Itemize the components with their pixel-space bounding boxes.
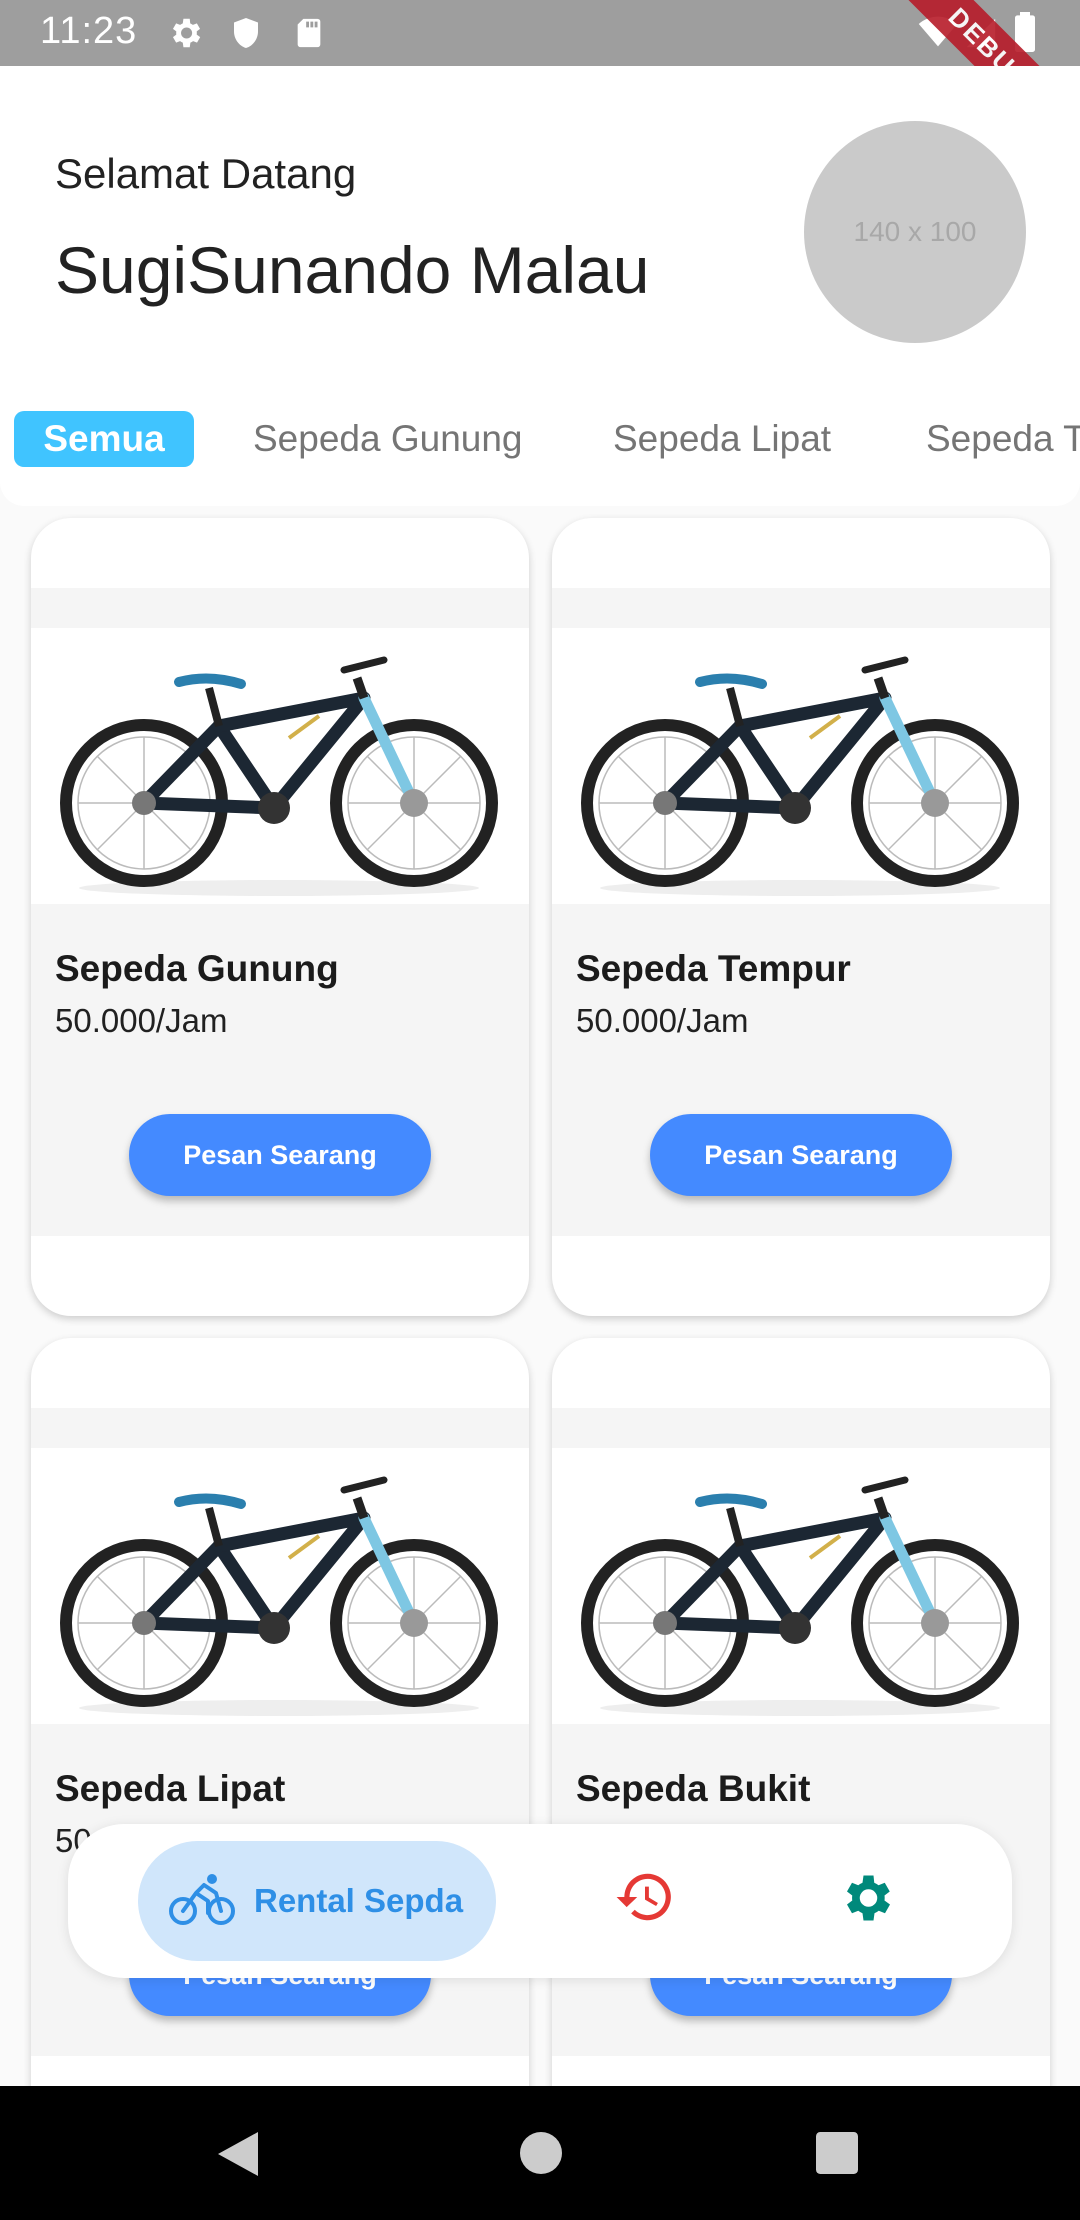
order-button[interactable]: Pesan Searang [129, 1114, 431, 1196]
home-icon[interactable] [520, 2132, 562, 2179]
product-name: Sepeda Lipat [55, 1768, 286, 1809]
greeting-text: Selamat Datang [55, 150, 357, 197]
tab-sepeda-gunung[interactable]: Sepeda Gunung [253, 411, 523, 467]
product-price: 50.000/Jam [576, 1002, 749, 1039]
product-price: 50.000/Jam [55, 1002, 228, 1039]
avatar-placeholder-text: 140 x 100 [853, 216, 977, 247]
product-card[interactable]: Sepeda Gunung 50.000/Jam Pesan Searang [31, 518, 529, 1316]
nav-rental-sepda[interactable]: Rental Sepda [138, 1841, 496, 1961]
bicycle-illustration [581, 1476, 1019, 1716]
product-card[interactable]: Sepeda Bukit Pesan Searang [552, 1338, 1050, 2136]
shield-icon [228, 14, 264, 57]
product-card[interactable]: Sepeda Lipat 50 Pesan Searang [31, 1338, 529, 2136]
bicycle-icon [138, 1871, 236, 1932]
status-bar: 11:23 DEBUG [0, 0, 1080, 172]
sd-card-icon [292, 14, 326, 57]
card-body: Sepeda Tempur 50.000/Jam Pesan Searang [552, 588, 1050, 1236]
nav-rental-label: Rental Sepda [254, 1882, 464, 1919]
bicycle-image [552, 628, 1050, 904]
bicycle-image [31, 628, 529, 904]
tab-sepeda-lipat[interactable]: Sepeda Lipat [613, 411, 831, 467]
settings-icon[interactable] [836, 1868, 896, 1933]
category-tabs: Semua Sepeda Gunung Sepeda Lipat Sepeda … [0, 411, 1080, 501]
header: Selamat Datang SugiSunando Malau 140 x 1… [0, 66, 1080, 506]
bicycle-illustration [60, 656, 498, 896]
bicycle-image [552, 1448, 1050, 1724]
product-name: Sepeda Tempur [576, 948, 851, 989]
system-navigation-bar [0, 2086, 1080, 2220]
tab-sepeda-t[interactable]: Sepeda T [926, 411, 1080, 467]
history-icon[interactable] [614, 1866, 676, 1933]
card-body: Sepeda Gunung 50.000/Jam Pesan Searang [31, 588, 529, 1236]
order-button[interactable]: Pesan Searang [650, 1114, 952, 1196]
user-name: SugiSunando Malau [55, 233, 650, 307]
product-name: Sepeda Bukit [576, 1768, 811, 1809]
back-icon[interactable] [218, 2132, 258, 2181]
status-time: 11:23 [40, 10, 138, 52]
product-card[interactable]: Sepeda Tempur 50.000/Jam Pesan Searang [552, 518, 1050, 1316]
bicycle-illustration [581, 656, 1019, 896]
gear-icon [166, 14, 204, 57]
tab-semua[interactable]: Semua [14, 411, 194, 467]
bicycle-illustration [60, 1476, 498, 1716]
product-name: Sepeda Gunung [55, 948, 339, 989]
bicycle-image [31, 1448, 529, 1724]
avatar[interactable]: 140 x 100 [804, 121, 1026, 343]
recents-icon[interactable] [816, 2132, 858, 2179]
bottom-nav-bar: Rental Sepda [68, 1824, 1012, 1978]
